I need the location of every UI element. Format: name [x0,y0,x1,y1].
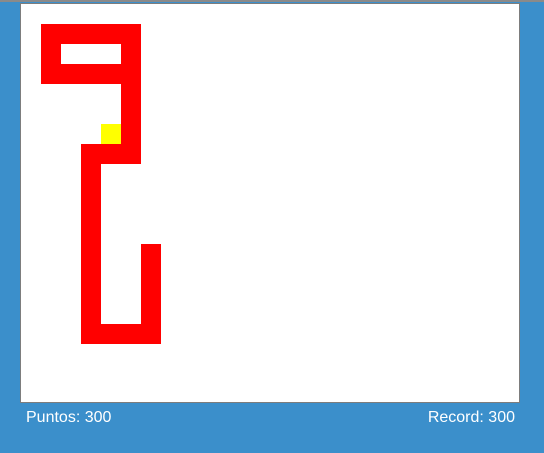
window-top-border [0,0,544,2]
snake-segment [81,64,101,84]
snake-segment [121,144,141,164]
snake-segment [121,84,141,104]
snake-segment [141,284,161,304]
snake-segment [81,204,101,224]
snake-segment [141,244,161,264]
snake-segment [121,24,141,44]
snake-segment [101,324,121,344]
snake-segment [141,324,161,344]
snake-segment [121,324,141,344]
snake-segment [41,44,61,64]
snake-segment [81,164,101,184]
record-label: Record: 300 [427,409,515,426]
snake-segment [81,324,101,344]
snake-segment [81,304,101,324]
snake-segment [81,284,101,304]
snake-segment [41,24,61,44]
snake-segment [101,64,121,84]
snake-segment [121,104,141,124]
snake-segment [121,44,141,64]
snake-segment [61,64,81,84]
snake-segment [81,24,101,44]
snake-segment [121,124,141,144]
snake-segment [101,24,121,44]
score-label: Puntos: 300 [26,409,112,426]
snake-segment [141,264,161,284]
game-canvas[interactable] [21,4,519,402]
snake-segment [81,144,101,164]
snake-segment [121,64,141,84]
snake-segment [81,244,101,264]
snake-segment [41,64,61,84]
game-page: Puntos: 300 Record: 300 [0,0,544,453]
snake-segment [141,304,161,324]
food-item [101,124,121,144]
snake-segment [61,24,81,44]
snake-segment [81,264,101,284]
snake-segment [81,184,101,204]
snake-segment [101,144,121,164]
snake-segment [81,224,101,244]
game-board[interactable] [20,3,520,403]
